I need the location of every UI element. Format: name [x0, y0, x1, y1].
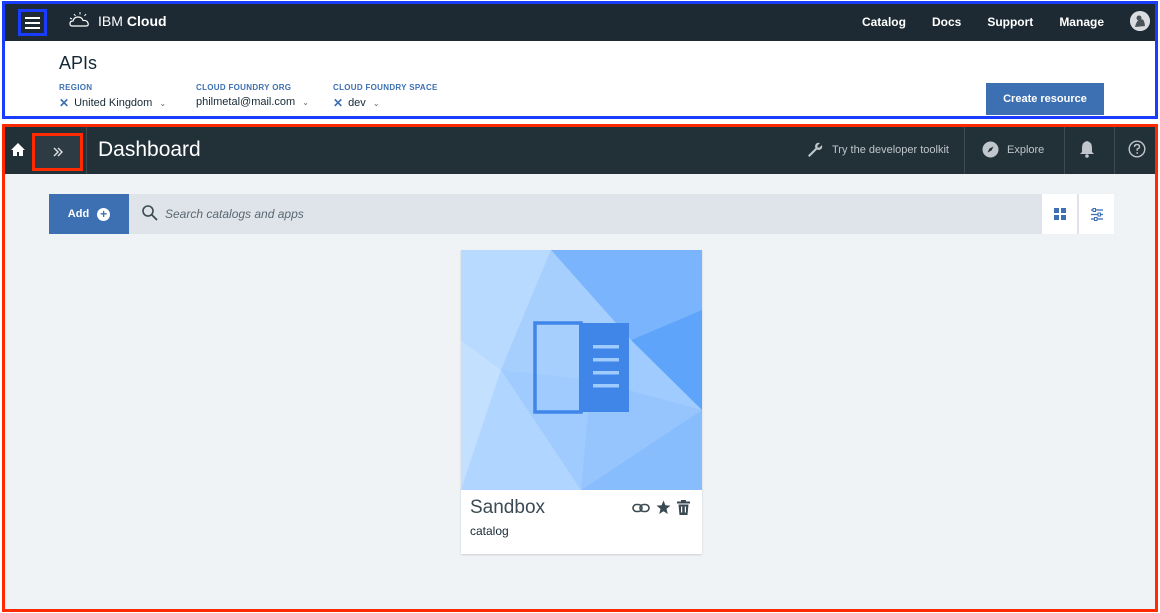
header-divider [1114, 126, 1115, 174]
region-value: United Kingdom [74, 97, 153, 109]
region-selector[interactable]: REGION ✕ United Kingdom ⌄ [59, 83, 166, 110]
search-icon [142, 205, 158, 221]
chevron-down-icon[interactable]: ⌄ [302, 98, 309, 107]
header-divider [1064, 126, 1065, 174]
space-selector[interactable]: CLOUD FOUNDRY SPACE ✕ dev ⌄ [333, 83, 438, 110]
org-selector[interactable]: CLOUD FOUNDRY ORG philmetal@mail.com ⌄ [196, 83, 309, 108]
brand-prefix: IBM [98, 13, 123, 29]
search-input[interactable] [165, 202, 1025, 226]
developer-toolkit-link[interactable]: Try the developer toolkit [806, 141, 949, 159]
home-icon [11, 143, 25, 156]
header-divider [964, 126, 965, 174]
clear-region-icon[interactable]: ✕ [59, 96, 69, 110]
help-icon [1128, 140, 1146, 158]
resource-context-bar: APIs REGION ✕ United Kingdom ⌄ CLOUD FOU… [5, 41, 1155, 117]
card-title: Sandbox [470, 497, 546, 518]
nav-support-link[interactable]: Support [987, 15, 1033, 29]
explore-label: Explore [1007, 143, 1045, 156]
grid-view-button[interactable] [1042, 194, 1077, 234]
catalog-card[interactable]: Sandbox catalog [461, 250, 702, 554]
add-button[interactable]: Add + [49, 194, 129, 234]
dashboard-header: Dashboard Try the developer toolkit Expl… [4, 126, 1156, 174]
toolkit-label: Try the developer toolkit [832, 144, 949, 156]
card-artwork [461, 250, 702, 490]
top-navigation-bar: IBM Cloud Catalog Docs Support Manage [4, 3, 1156, 41]
page-title: APIs [59, 53, 98, 73]
brand-name: Cloud [126, 13, 167, 29]
dashboard-region: Dashboard Try the developer toolkit Expl… [4, 126, 1156, 610]
cloud-logo-icon [69, 12, 89, 27]
nav-manage-link[interactable]: Manage [1059, 15, 1104, 29]
add-label: Add [67, 208, 90, 220]
org-label: CLOUD FOUNDRY ORG [196, 83, 292, 92]
dashboard-title: Dashboard [98, 138, 201, 161]
notifications-button[interactable] [1079, 140, 1095, 163]
space-value: dev [348, 97, 366, 109]
card-subtitle: catalog [470, 524, 509, 538]
grid-icon [1053, 208, 1066, 220]
nav-catalog-link[interactable]: Catalog [862, 15, 906, 29]
expand-sidebar-button[interactable] [32, 133, 83, 171]
home-button[interactable] [8, 140, 28, 160]
region-label: REGION [59, 83, 93, 92]
hamburger-menu-icon[interactable] [18, 9, 47, 36]
chevron-down-icon[interactable]: ⌄ [373, 99, 380, 108]
filter-settings-button[interactable] [1079, 194, 1114, 234]
clear-space-icon[interactable]: ✕ [333, 96, 343, 110]
wrench-icon [808, 142, 823, 157]
header-divider [86, 126, 87, 174]
nav-docs-link[interactable]: Docs [932, 15, 961, 29]
compass-icon [982, 141, 999, 158]
create-resource-button[interactable]: Create resource [986, 83, 1104, 115]
chevron-down-icon[interactable]: ⌄ [159, 99, 166, 108]
top-nav-links: Catalog Docs Support Manage [862, 15, 1104, 29]
help-button[interactable] [1128, 140, 1146, 163]
sliders-icon [1090, 207, 1103, 221]
user-avatar-icon [1130, 11, 1150, 31]
plus-circle-icon: + [97, 207, 111, 221]
user-avatar[interactable] [1130, 11, 1150, 31]
space-label: CLOUD FOUNDRY SPACE [333, 83, 438, 92]
catalog-book-icon [461, 250, 702, 490]
link-icon[interactable] [632, 502, 650, 514]
bell-icon [1080, 141, 1094, 158]
ibm-cloud-logo[interactable]: IBM Cloud [68, 11, 167, 31]
double-chevron-right-icon [53, 147, 63, 157]
org-value: philmetal@mail.com [196, 96, 296, 108]
explore-link[interactable]: Explore [982, 141, 1044, 158]
star-icon[interactable] [656, 500, 671, 515]
search-toolbar: Add + [49, 194, 1114, 234]
card-actions [632, 500, 690, 515]
trash-icon[interactable] [677, 500, 690, 515]
